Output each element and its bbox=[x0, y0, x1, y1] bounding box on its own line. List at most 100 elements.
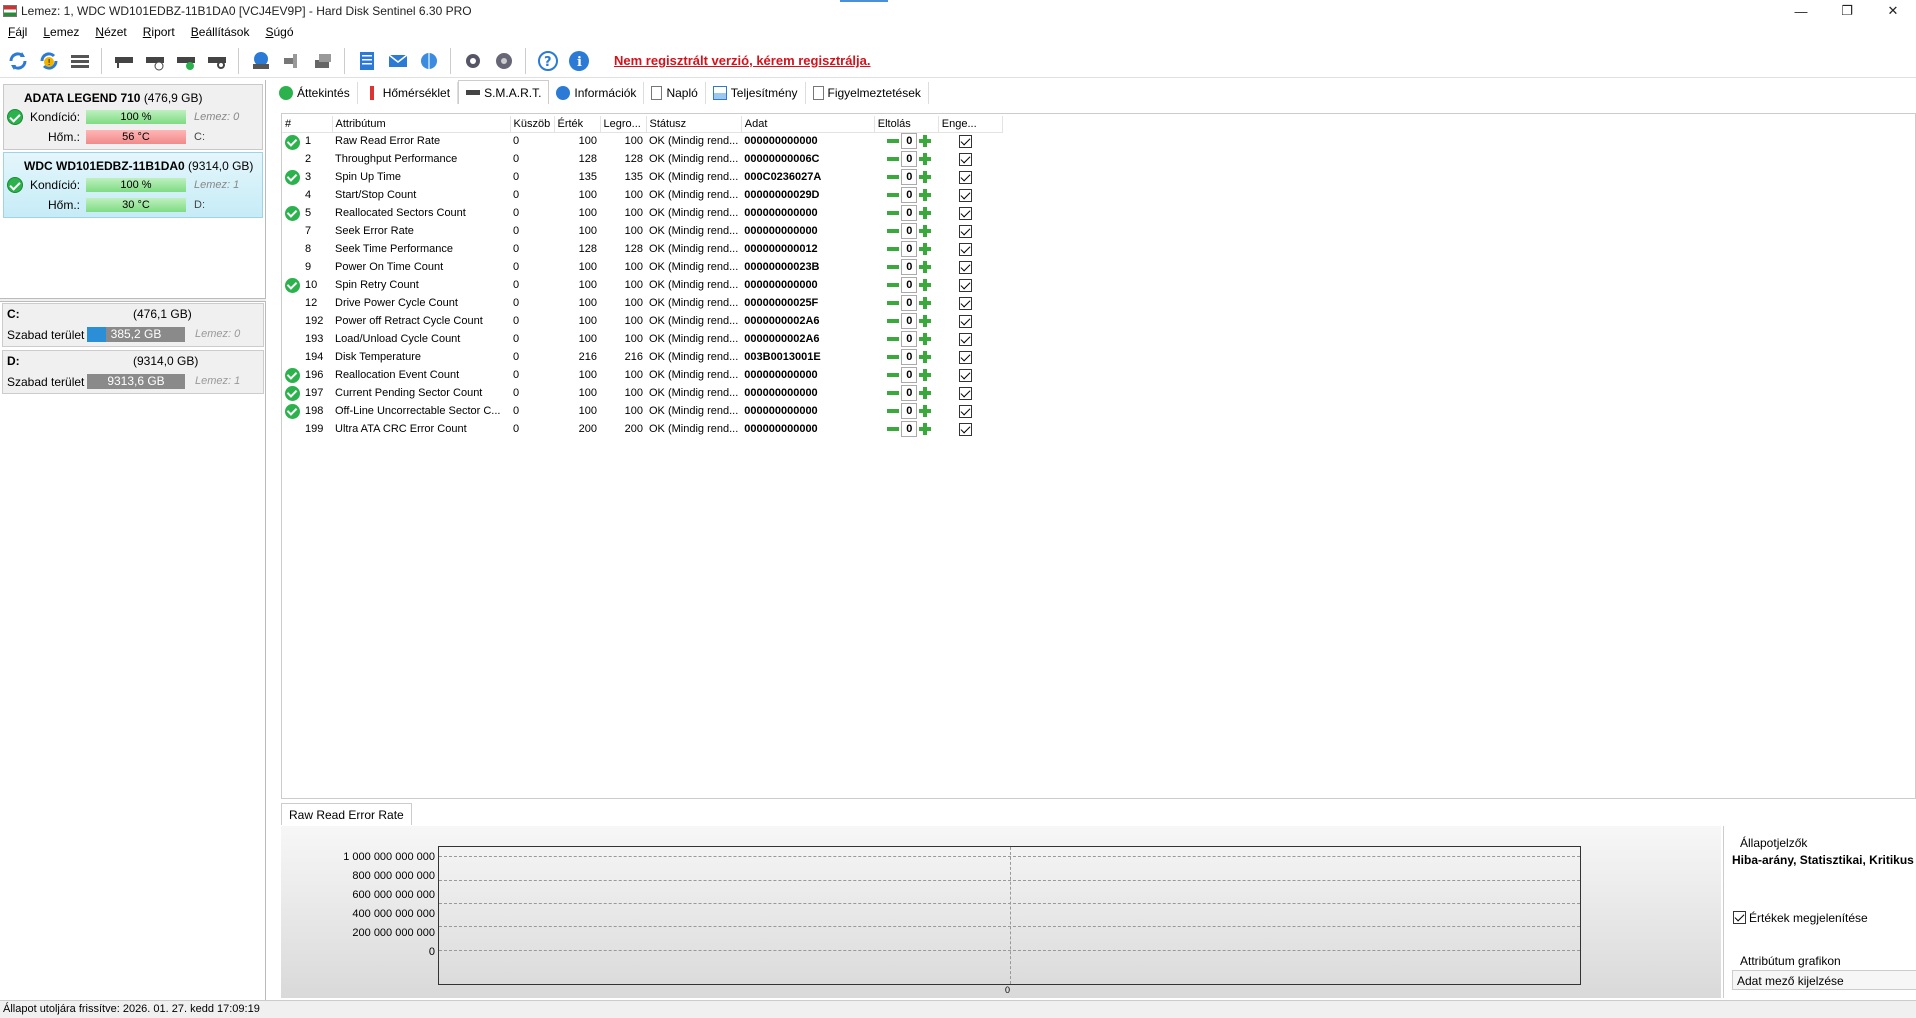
offset-increase-button[interactable] bbox=[919, 135, 932, 148]
column-header[interactable]: # bbox=[282, 116, 333, 133]
tools-icon[interactable] bbox=[279, 48, 305, 74]
offset-decrease-button[interactable] bbox=[887, 229, 900, 233]
email-icon[interactable] bbox=[385, 48, 411, 74]
disk-card-1[interactable]: WDC WD101EDBZ-11B1DA0 (9314,0 GB) Kondíc… bbox=[3, 152, 263, 218]
offset-increase-button[interactable] bbox=[919, 225, 932, 237]
network-icon[interactable] bbox=[416, 48, 442, 74]
smart-row[interactable]: 8 Seek Time Performance 0 128 128 OK (Mindig … bbox=[282, 240, 1002, 258]
globe-disk-icon[interactable] bbox=[248, 48, 274, 74]
disk-card-0[interactable]: ADATA LEGEND 710 (476,9 GB) Kondíció: 10… bbox=[3, 84, 263, 150]
volume-card-d[interactable]: D: (9314,0 GB) Szabad terület 9313,6 GB L… bbox=[2, 350, 264, 394]
tab-information[interactable]: Információk bbox=[549, 82, 645, 104]
disk-check-icon[interactable] bbox=[173, 48, 199, 74]
offset-decrease-button[interactable] bbox=[887, 193, 900, 197]
enabled-checkbox[interactable] bbox=[959, 170, 973, 184]
menu-item-1[interactable]: Lemez bbox=[35, 25, 87, 39]
enabled-checkbox[interactable] bbox=[959, 206, 973, 220]
offset-decrease-button[interactable] bbox=[887, 409, 900, 413]
offset-increase-button[interactable] bbox=[919, 333, 932, 345]
info-icon[interactable]: i bbox=[566, 48, 592, 74]
offset-increase-button[interactable] bbox=[919, 297, 932, 309]
disk-test-icon[interactable] bbox=[111, 48, 137, 74]
offset-value[interactable]: 0 bbox=[901, 367, 918, 383]
enabled-checkbox[interactable] bbox=[959, 422, 973, 436]
smart-row[interactable]: 7 Seek Error Rate 0 100 100 OK (Mindig rend..… bbox=[282, 222, 1002, 240]
offset-increase-button[interactable] bbox=[919, 243, 932, 255]
disk-search-icon[interactable] bbox=[204, 48, 230, 74]
offset-value[interactable]: 0 bbox=[901, 241, 918, 257]
offset-increase-button[interactable] bbox=[919, 423, 932, 435]
enabled-checkbox[interactable] bbox=[959, 242, 973, 256]
offset-value[interactable]: 0 bbox=[901, 385, 918, 401]
disk-list-icon[interactable] bbox=[67, 48, 93, 74]
offset-increase-button[interactable] bbox=[919, 261, 932, 273]
offset-value[interactable]: 0 bbox=[901, 331, 918, 347]
offset-increase-button[interactable] bbox=[919, 171, 932, 183]
offset-increase-button[interactable] bbox=[919, 351, 932, 363]
menu-item-2[interactable]: Nézet bbox=[87, 25, 134, 39]
offset-decrease-button[interactable] bbox=[887, 175, 900, 179]
offset-decrease-button[interactable] bbox=[887, 139, 900, 144]
show-values-checkbox[interactable] bbox=[1733, 911, 1746, 924]
tab-log[interactable]: Napló bbox=[644, 82, 706, 104]
enabled-checkbox[interactable] bbox=[959, 296, 973, 310]
offset-value[interactable]: 0 bbox=[901, 187, 918, 203]
offset-decrease-button[interactable] bbox=[887, 265, 900, 269]
smart-row[interactable]: 196 Reallocation Event Count 0 100 100 OK (Mi… bbox=[282, 366, 1002, 384]
offset-value[interactable]: 0 bbox=[901, 349, 918, 365]
smart-row[interactable]: 197 Current Pending Sector Count 0 100 100 OK… bbox=[282, 384, 1002, 402]
volume-card-c[interactable]: C: (476,1 GB) Szabad terület 385,2 GB Lem… bbox=[2, 303, 264, 347]
offset-decrease-button[interactable] bbox=[887, 391, 900, 395]
offset-increase-button[interactable] bbox=[919, 279, 932, 291]
attr-graph-select[interactable]: Adat mező kijelzése bbox=[1732, 970, 1916, 990]
enabled-checkbox[interactable] bbox=[959, 314, 973, 328]
offset-value[interactable]: 0 bbox=[901, 403, 918, 419]
smart-row[interactable]: 198 Off-Line Uncorrectable Sector C... 0 10… bbox=[282, 402, 1002, 420]
enabled-checkbox[interactable] bbox=[959, 368, 973, 382]
enabled-checkbox[interactable] bbox=[959, 224, 973, 238]
tab-performance[interactable]: Teljesítmény bbox=[706, 82, 806, 104]
column-header[interactable]: Legro... bbox=[600, 116, 647, 133]
offset-increase-button[interactable] bbox=[919, 405, 932, 417]
offset-increase-button[interactable] bbox=[919, 207, 932, 219]
smart-row[interactable]: 193 Load/Unload Cycle Count 0 100 100 OK (Min… bbox=[282, 330, 1002, 348]
smart-row[interactable]: 12 Drive Power Cycle Count 0 100 100 OK (Mind… bbox=[282, 294, 1002, 312]
offset-decrease-button[interactable] bbox=[887, 247, 900, 251]
menu-item-0[interactable]: Fájl bbox=[0, 25, 35, 39]
offset-value[interactable]: 0 bbox=[901, 277, 918, 293]
menu-item-3[interactable]: Riport bbox=[135, 25, 183, 39]
refresh-all-icon[interactable]: ! bbox=[36, 48, 62, 74]
menu-item-5[interactable]: Súgó bbox=[257, 25, 301, 39]
offset-value[interactable]: 0 bbox=[901, 133, 918, 150]
offset-decrease-button[interactable] bbox=[887, 427, 900, 431]
smart-row[interactable]: 2 Throughput Performance 0 128 128 OK (Mindig… bbox=[282, 150, 1002, 168]
offset-value[interactable]: 0 bbox=[901, 205, 918, 221]
offset-increase-button[interactable] bbox=[919, 315, 932, 327]
restore-button[interactable]: ❐ bbox=[1824, 0, 1870, 22]
settings-gear-icon[interactable] bbox=[460, 48, 486, 74]
enabled-checkbox[interactable] bbox=[959, 260, 973, 274]
report-icon[interactable] bbox=[354, 48, 380, 74]
offset-value[interactable]: 0 bbox=[901, 259, 918, 275]
offset-decrease-button[interactable] bbox=[887, 373, 900, 377]
smart-row[interactable]: 9 Power On Time Count 0 100 100 OK (Mindig re… bbox=[282, 258, 1002, 276]
smart-row[interactable]: 199 Ultra ATA CRC Error Count 0 200 200 OK (M… bbox=[282, 420, 1002, 438]
smart-row[interactable]: 4 Start/Stop Count 0 100 100 OK (Mindig rend.… bbox=[282, 186, 1002, 204]
offset-value[interactable]: 0 bbox=[901, 295, 918, 311]
offset-decrease-button[interactable] bbox=[887, 157, 900, 161]
offset-increase-button[interactable] bbox=[919, 369, 932, 381]
offset-decrease-button[interactable] bbox=[887, 355, 900, 359]
tab-temperature[interactable]: Hőmérséklet bbox=[358, 82, 459, 104]
offset-value[interactable]: 0 bbox=[901, 421, 918, 437]
column-header[interactable]: Eltolás bbox=[874, 116, 939, 133]
graph-tab[interactable]: Raw Read Error Rate bbox=[281, 803, 412, 825]
show-values-label[interactable]: Értékek megjelenítése bbox=[1749, 911, 1868, 925]
smart-row[interactable]: 5 Reallocated Sectors Count 0 100 100 OK (Min… bbox=[282, 204, 1002, 222]
smart-row[interactable]: 3 Spin Up Time 0 135 135 OK (Mindig rend... 00… bbox=[282, 168, 1002, 186]
offset-increase-button[interactable] bbox=[919, 189, 932, 201]
enabled-checkbox[interactable] bbox=[959, 134, 973, 148]
offset-decrease-button[interactable] bbox=[887, 301, 900, 305]
disk-copy-icon[interactable] bbox=[310, 48, 336, 74]
close-button[interactable]: ✕ bbox=[1870, 0, 1916, 22]
offset-value[interactable]: 0 bbox=[901, 313, 918, 329]
